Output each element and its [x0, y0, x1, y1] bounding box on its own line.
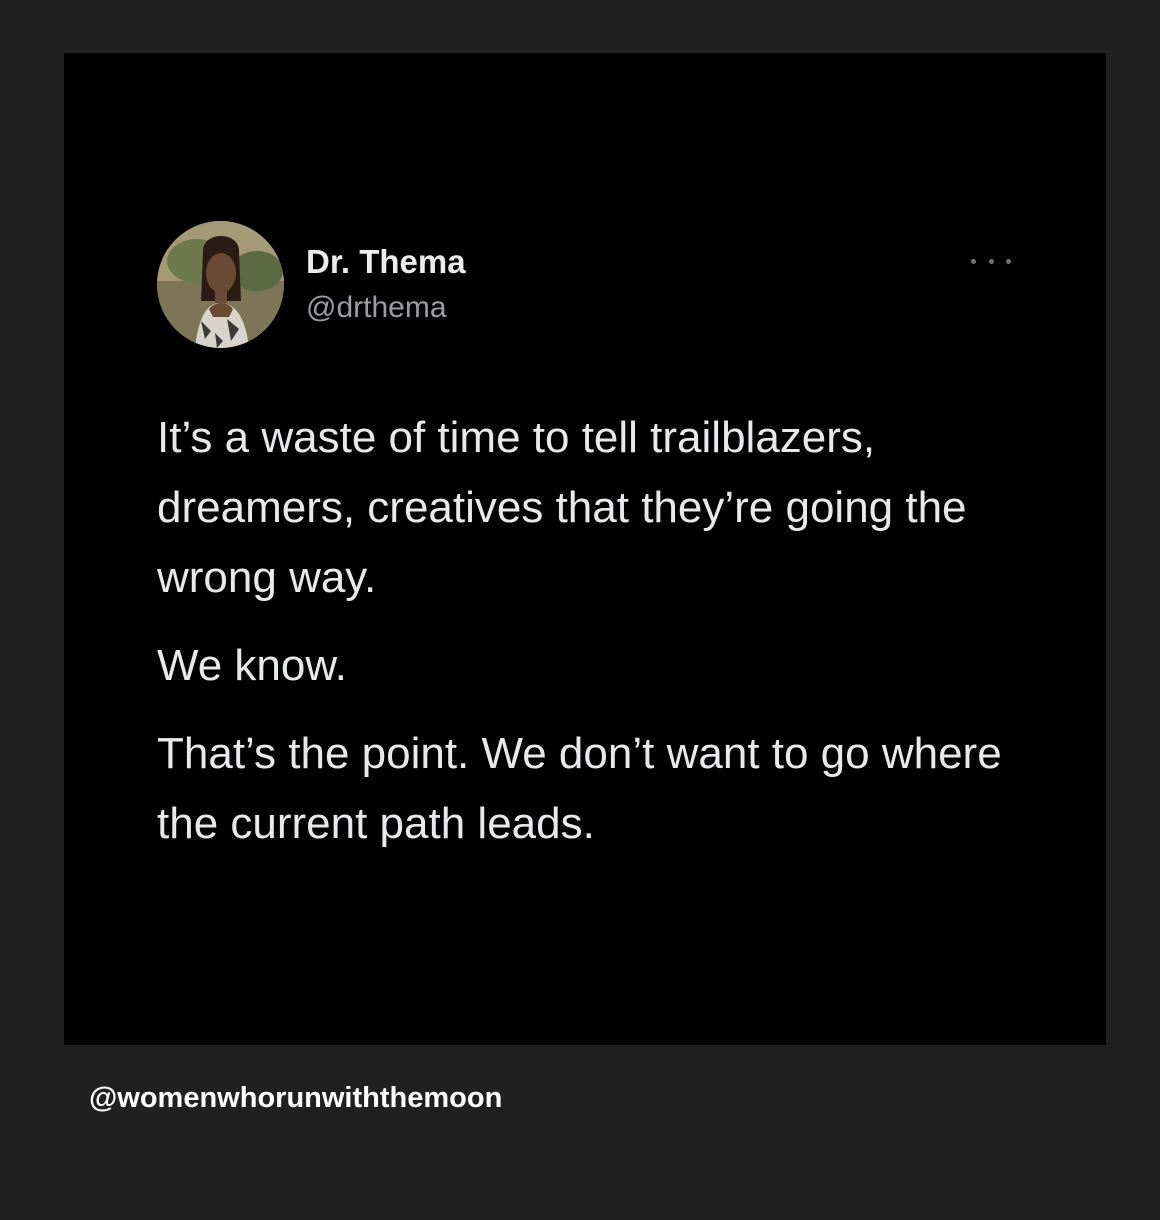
tweet-text: It’s a waste of time to tell trailblazer…: [157, 403, 1057, 877]
more-dot: [988, 258, 994, 264]
avatar-photo-icon: [157, 221, 284, 348]
tweet-paragraph: It’s a waste of time to tell trailblazer…: [157, 413, 967, 602]
tweet-paragraph: We know.: [157, 641, 347, 690]
more-options-icon[interactable]: [971, 251, 1011, 271]
author-handle[interactable]: @drthema: [306, 291, 447, 325]
more-dot: [971, 258, 976, 264]
tweet-paragraph: That’s the point. We don’t want to go wh…: [157, 729, 1002, 848]
author-name[interactable]: Dr. Thema: [306, 243, 466, 281]
more-dot: [1006, 258, 1011, 264]
post-image: Dr. Thema @drthema It’s a waste of time …: [0, 0, 1160, 1220]
tweet-card: Dr. Thema @drthema It’s a waste of time …: [64, 53, 1106, 1045]
author-avatar[interactable]: [157, 221, 284, 348]
footer-credit-handle[interactable]: @womenwhorunwiththemoon: [89, 1082, 502, 1115]
